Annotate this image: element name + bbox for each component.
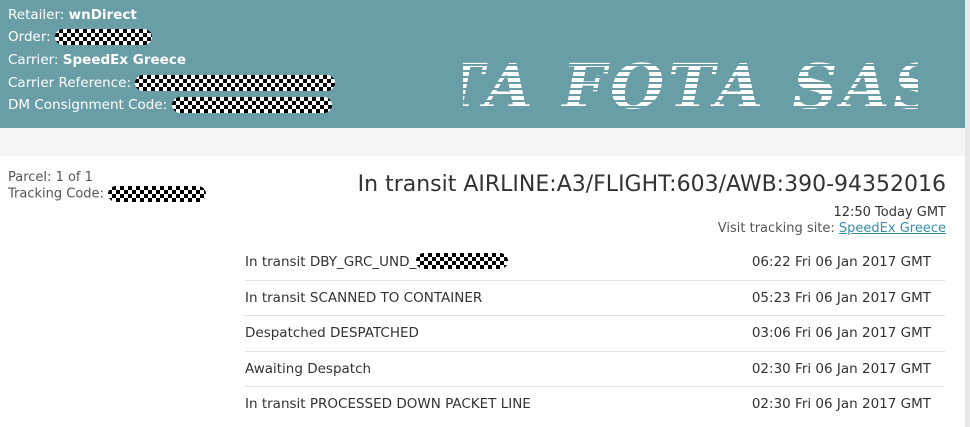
carrier-reference-label: Carrier Reference: <box>8 75 131 91</box>
header-divider-band <box>0 128 965 156</box>
tracking-code-redacted <box>108 186 207 202</box>
carrier-reference-redacted <box>135 75 336 91</box>
company-logo: TA FOTA SAS <box>463 54 918 120</box>
order-redacted <box>54 29 152 45</box>
parcel-row: Parcel: 1 of 1 <box>8 170 206 186</box>
tracking-event-row: Despatched DESPATCHED 03:06 Fri 06 Jan 20… <box>245 316 945 352</box>
event-timestamp: 03:06 Fri 06 Jan 2017 GMT <box>751 325 931 341</box>
dm-consignment-row: DM Consignment Code: <box>8 95 332 115</box>
tracking-header: Retailer: wnDirect Order: Carrier: Speed… <box>0 0 965 128</box>
event-description: In transit PROCESSED DOWN PACKET LINE <box>245 396 531 412</box>
tracking-event-row: Awaiting Despatch 02:30 Fri 06 Jan 2017 G… <box>245 352 945 387</box>
retailer-value: wnDirect <box>68 7 137 23</box>
parcel-info: Parcel: 1 of 1 Tracking Code: <box>8 170 207 203</box>
retailer-row: Retailer: wnDirect <box>8 5 137 25</box>
tracking-code-label: Tracking Code: <box>8 186 104 202</box>
tracking-event-row: In transit PROCESSED DOWN PACKET LINE 02:… <box>245 387 945 422</box>
tracking-events-list: In transit DBY_GRC_UND_ 06:22 Fri 06 Jan … <box>245 245 945 422</box>
visit-tracking-site: Visit tracking site: SpeedEx Greece <box>718 221 946 236</box>
parcel-value: 1 of 1 <box>55 170 93 185</box>
event-timestamp: 02:30 Fri 06 Jan 2017 GMT <box>751 396 931 412</box>
event-redacted <box>416 253 508 269</box>
dm-consignment-redacted <box>171 97 332 113</box>
carrier-site-link[interactable]: SpeedEx Greece <box>839 221 946 236</box>
parcel-label: Parcel: <box>8 170 52 185</box>
event-description: In transit DBY_GRC_UND_ <box>245 254 417 270</box>
dm-consignment-label: DM Consignment Code: <box>8 97 168 113</box>
event-timestamp: 02:30 Fri 06 Jan 2017 GMT <box>751 360 931 377</box>
event-description: Awaiting Despatch <box>245 360 372 377</box>
tracking-event-row: In transit DBY_GRC_UND_ 06:22 Fri 06 Jan … <box>245 245 945 281</box>
retailer-label: Retailer: <box>8 7 65 23</box>
event-description: In transit SCANNED TO CONTAINER <box>245 289 483 306</box>
visit-tracking-label: Visit tracking site: <box>717 221 835 236</box>
carrier-value: SpeedEx Greece <box>62 52 186 68</box>
event-timestamp: 05:23 Fri 06 Jan 2017 GMT <box>751 289 931 306</box>
carrier-reference-row: Carrier Reference: <box>8 73 336 93</box>
event-timestamp: 06:22 Fri 06 Jan 2017 GMT <box>751 254 931 270</box>
tracking-event-row: In transit SCANNED TO CONTAINER 05:23 Fri… <box>245 281 945 316</box>
current-status-time: 12:50 Today GMT <box>833 205 946 220</box>
order-row: Order: <box>8 27 152 47</box>
carrier-label: Carrier: <box>8 52 59 68</box>
logo-text: TA FOTA SAS <box>463 54 918 120</box>
tracking-code-row: Tracking Code: <box>8 186 207 203</box>
carrier-row: Carrier: SpeedEx Greece <box>8 50 186 70</box>
scrollbar[interactable] <box>965 0 970 427</box>
order-label: Order: <box>8 29 51 45</box>
current-status: In transit AIRLINE:A3/FLIGHT:603/AWB:390… <box>357 172 946 197</box>
event-description: Despatched DESPATCHED <box>245 325 419 341</box>
